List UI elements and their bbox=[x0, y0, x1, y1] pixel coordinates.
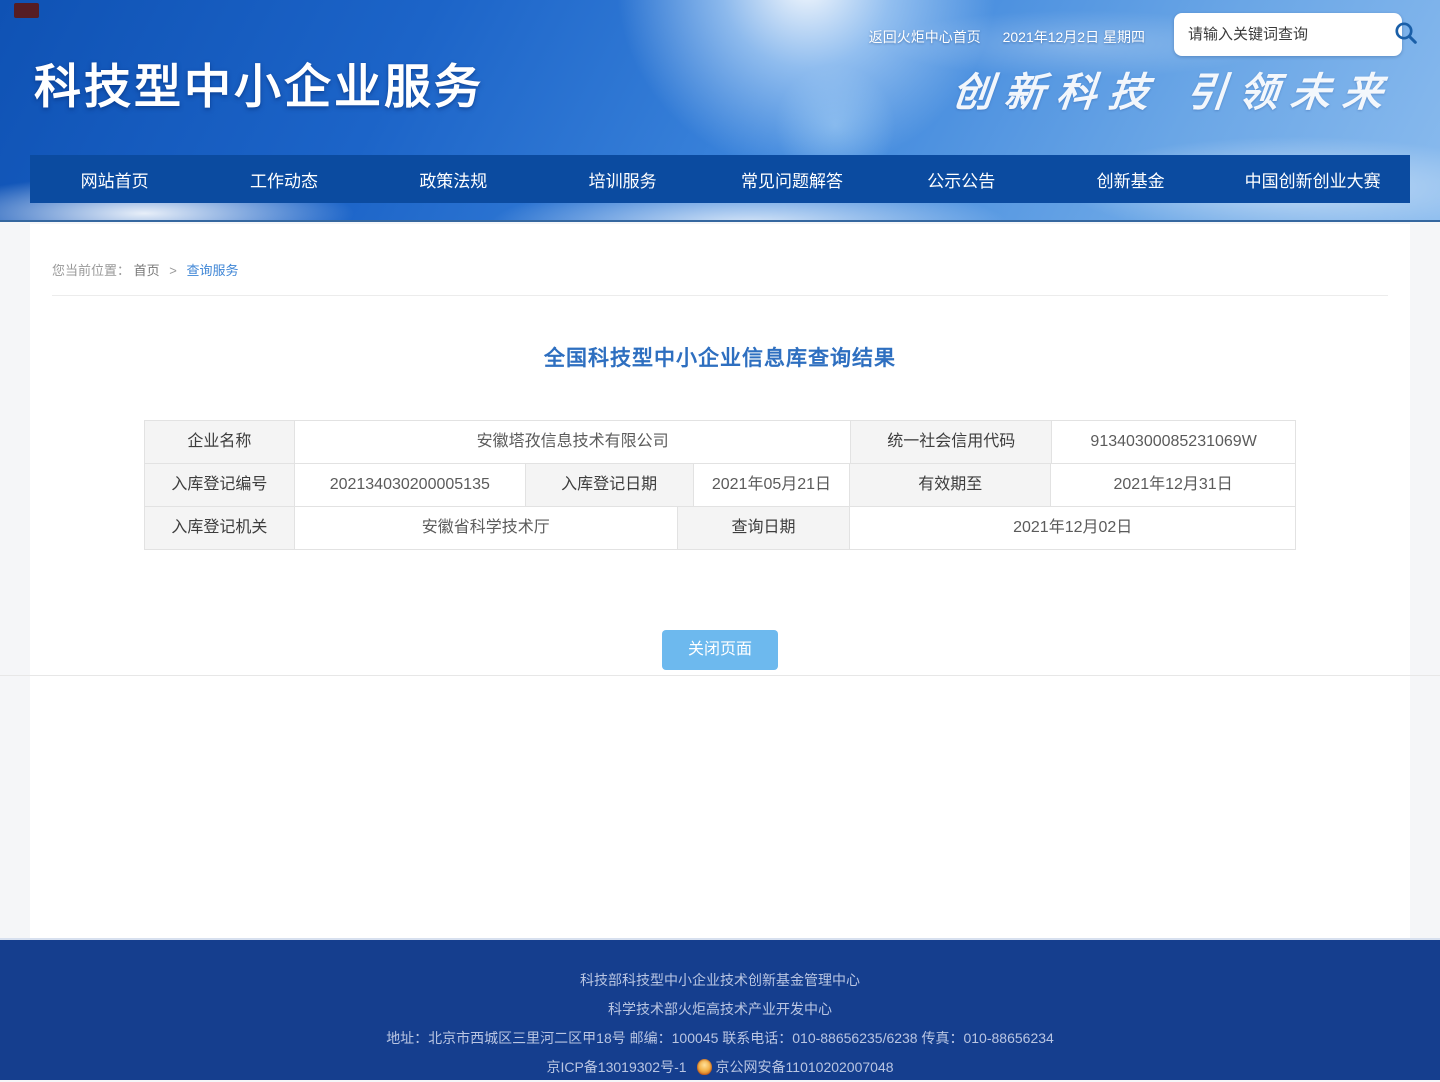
topbar: 返回火炬中心首页 2021年12月2日 星期四 bbox=[869, 27, 1145, 47]
nav-item-training[interactable]: 培训服务 bbox=[538, 155, 707, 203]
nav-item-policies[interactable]: 政策法规 bbox=[369, 155, 538, 203]
footer-line-torch-center: 科学技术部火炬高技术产业开发中心 bbox=[0, 995, 1440, 1024]
valid-until-label: 有效期至 bbox=[850, 464, 1051, 507]
page: 返回火炬中心首页 2021年12月2日 星期四 科技型中小企业服务 创新科技引领… bbox=[0, 0, 1440, 1080]
search-button[interactable] bbox=[1393, 13, 1419, 56]
query-date-value: 2021年12月02日 bbox=[850, 507, 1296, 550]
footer-line-icp: 京ICP备13019302号-1 京公网安备11010202007048 bbox=[0, 1053, 1440, 1082]
nav-item-competition[interactable]: 中国创新创业大赛 bbox=[1215, 155, 1410, 203]
table-row: 入库登记机关 安徽省科学技术厅 查询日期 2021年12月02日 bbox=[145, 507, 1296, 550]
icp-license-link[interactable]: 京ICP备13019302号-1 bbox=[546, 1059, 686, 1075]
registration-authority-value: 安徽省科学技术厅 bbox=[295, 507, 678, 550]
site-title: 科技型中小企业服务 bbox=[34, 48, 484, 117]
header-banner: 返回火炬中心首页 2021年12月2日 星期四 科技型中小企业服务 创新科技引领… bbox=[0, 0, 1440, 222]
breadcrumb-home-link[interactable]: 首页 bbox=[134, 263, 160, 278]
registration-date-value: 2021年05月21日 bbox=[694, 464, 851, 507]
table-row: 企业名称 安徽塔孜信息技术有限公司 统一社会信用代码 9134030008523… bbox=[145, 421, 1296, 464]
search-input[interactable] bbox=[1174, 26, 1393, 43]
company-name-label: 企业名称 bbox=[145, 421, 295, 464]
police-registration-link[interactable]: 京公网安备11010202007048 bbox=[716, 1059, 894, 1075]
registration-number-value: 202134030200005135 bbox=[295, 464, 526, 507]
result-page-title: 全国科技型中小企业信息库查询结果 bbox=[30, 342, 1410, 372]
registration-authority-label: 入库登记机关 bbox=[145, 507, 295, 550]
search-box bbox=[1174, 13, 1402, 56]
result-table: 企业名称 安徽塔孜信息技术有限公司 统一社会信用代码 9134030008523… bbox=[144, 420, 1296, 550]
footer: 科技部科技型中小企业技术创新基金管理中心 科学技术部火炬高技术产业开发中心 地址… bbox=[0, 938, 1440, 1080]
breadcrumb-separator: > bbox=[169, 263, 177, 278]
nav-item-innovation-fund[interactable]: 创新基金 bbox=[1046, 155, 1215, 203]
query-date-label: 查询日期 bbox=[678, 507, 851, 550]
slogan-part2: 引领未来 bbox=[1184, 70, 1397, 115]
slogan-calligraphy: 创新科技引领未来 bbox=[950, 60, 1398, 118]
slogan-part1: 创新科技 bbox=[950, 70, 1163, 115]
main-nav: 网站首页 工作动态 政策法规 培训服务 常见问题解答 公示公告 创新基金 中国创… bbox=[30, 155, 1410, 203]
close-page-button[interactable]: 关闭页面 bbox=[662, 630, 778, 670]
nav-item-work-news[interactable]: 工作动态 bbox=[199, 155, 368, 203]
return-torch-home-link[interactable]: 返回火炬中心首页 bbox=[869, 29, 981, 45]
company-name-value: 安徽塔孜信息技术有限公司 bbox=[295, 421, 852, 464]
breadcrumb-prefix: 您当前位置： bbox=[52, 263, 130, 278]
nav-item-announcements[interactable]: 公示公告 bbox=[877, 155, 1046, 203]
registration-number-label: 入库登记编号 bbox=[145, 464, 295, 507]
button-row: 关闭页面 bbox=[30, 630, 1410, 670]
current-date-text: 2021年12月2日 星期四 bbox=[1003, 29, 1145, 45]
registration-date-label: 入库登记日期 bbox=[526, 464, 694, 507]
breadcrumb: 您当前位置： 首页 > 查询服务 bbox=[30, 224, 1410, 279]
breadcrumb-divider bbox=[52, 295, 1388, 296]
corner-artifact bbox=[14, 3, 39, 18]
breadcrumb-current-link[interactable]: 查询服务 bbox=[187, 263, 239, 278]
footer-line-fund-center: 科技部科技型中小企业技术创新基金管理中心 bbox=[0, 966, 1440, 995]
footer-line-contact: 地址：北京市西城区三里河二区甲18号 邮编：100045 联系电话：010-88… bbox=[0, 1024, 1440, 1053]
nav-item-faq[interactable]: 常见问题解答 bbox=[707, 155, 876, 203]
police-badge-icon bbox=[697, 1059, 712, 1075]
search-icon bbox=[1393, 20, 1419, 49]
section-divider bbox=[0, 675, 1440, 676]
credit-code-label: 统一社会信用代码 bbox=[851, 421, 1052, 464]
content-panel: 您当前位置： 首页 > 查询服务 全国科技型中小企业信息库查询结果 企业名称 安… bbox=[30, 224, 1410, 938]
table-row: 入库登记编号 202134030200005135 入库登记日期 2021年05… bbox=[145, 464, 1296, 507]
credit-code-value: 91340300085231069W bbox=[1052, 421, 1296, 464]
nav-item-home[interactable]: 网站首页 bbox=[30, 155, 199, 203]
valid-until-value: 2021年12月31日 bbox=[1051, 464, 1296, 507]
